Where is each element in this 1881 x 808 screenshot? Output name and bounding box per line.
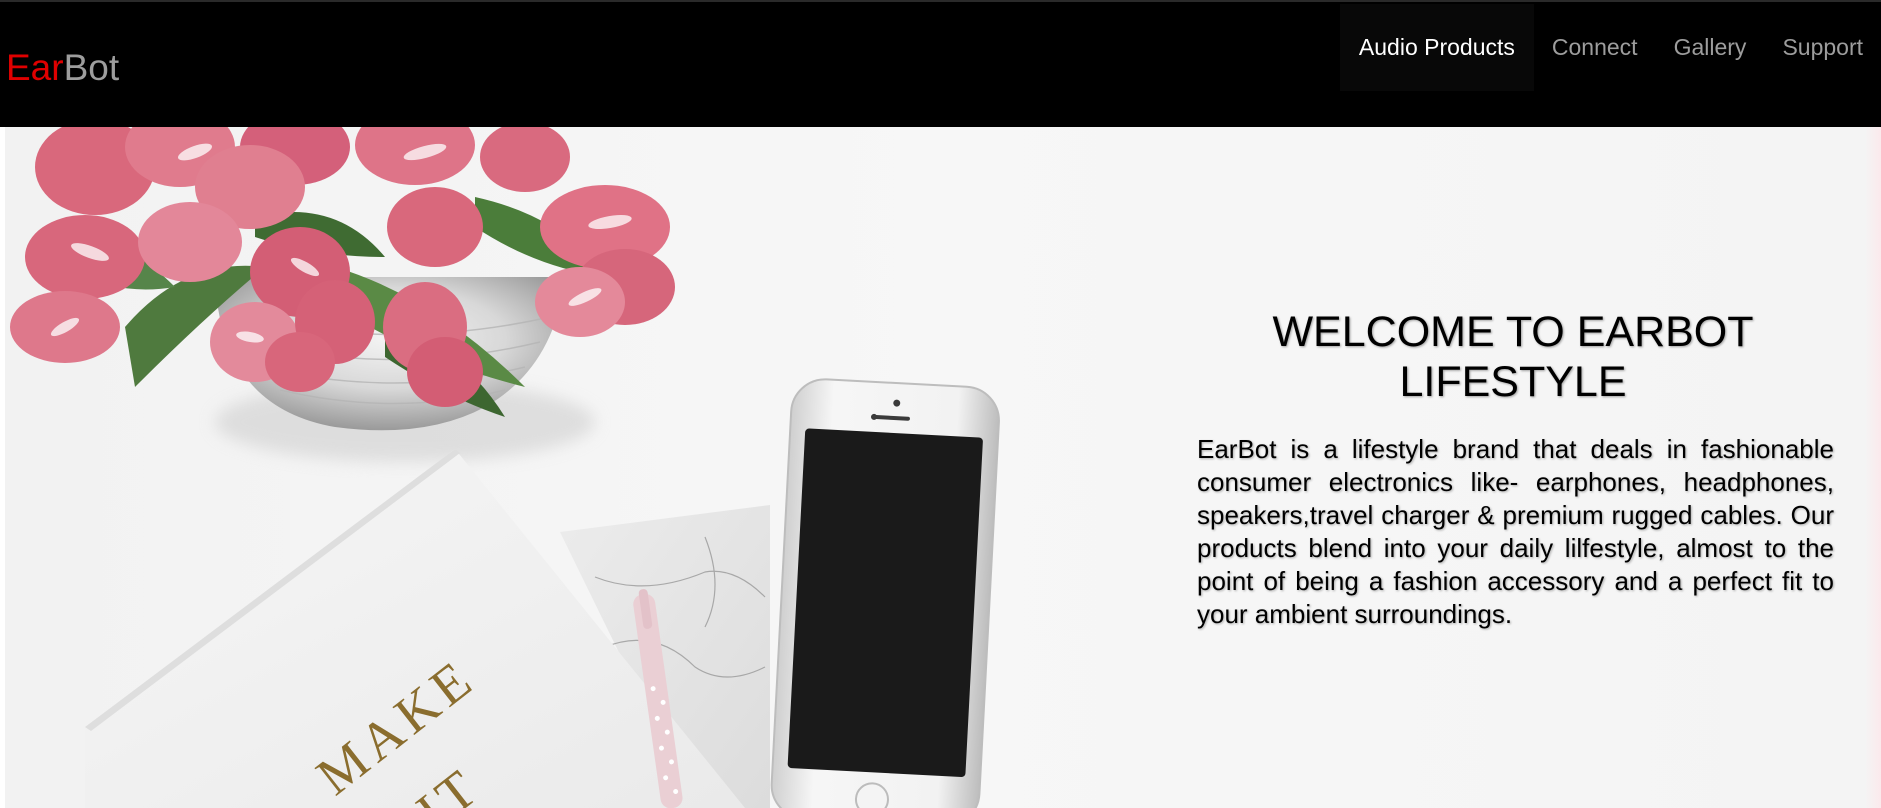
- brand-logo-bot: Bot: [63, 47, 120, 88]
- nav-item-audio-products[interactable]: Audio Products: [1339, 4, 1534, 91]
- hero-edge-tint: [1865, 127, 1881, 808]
- hero-description: EarBot is a lifestyle brand that deals i…: [1197, 434, 1834, 629]
- nav-item-connect[interactable]: Connect: [1534, 4, 1656, 91]
- main-nav: Audio Products Connect Gallery Support: [1339, 4, 1881, 91]
- brand-logo-ear: Ear: [6, 47, 64, 88]
- hero-section: MAKE IT WELCOME TO EARBOT LIFESTYLE EarB…: [5, 127, 1881, 808]
- hero-heading: WELCOME TO EARBOT LIFESTYLE: [1272, 308, 1754, 406]
- nav-item-support[interactable]: Support: [1764, 4, 1881, 91]
- nav-item-gallery[interactable]: Gallery: [1656, 4, 1765, 91]
- navbar: EarBot Audio Products Connect Gallery Su…: [0, 0, 1881, 127]
- page: EarBot Audio Products Connect Gallery Su…: [0, 0, 1881, 808]
- brand-logo[interactable]: EarBot: [6, 48, 119, 88]
